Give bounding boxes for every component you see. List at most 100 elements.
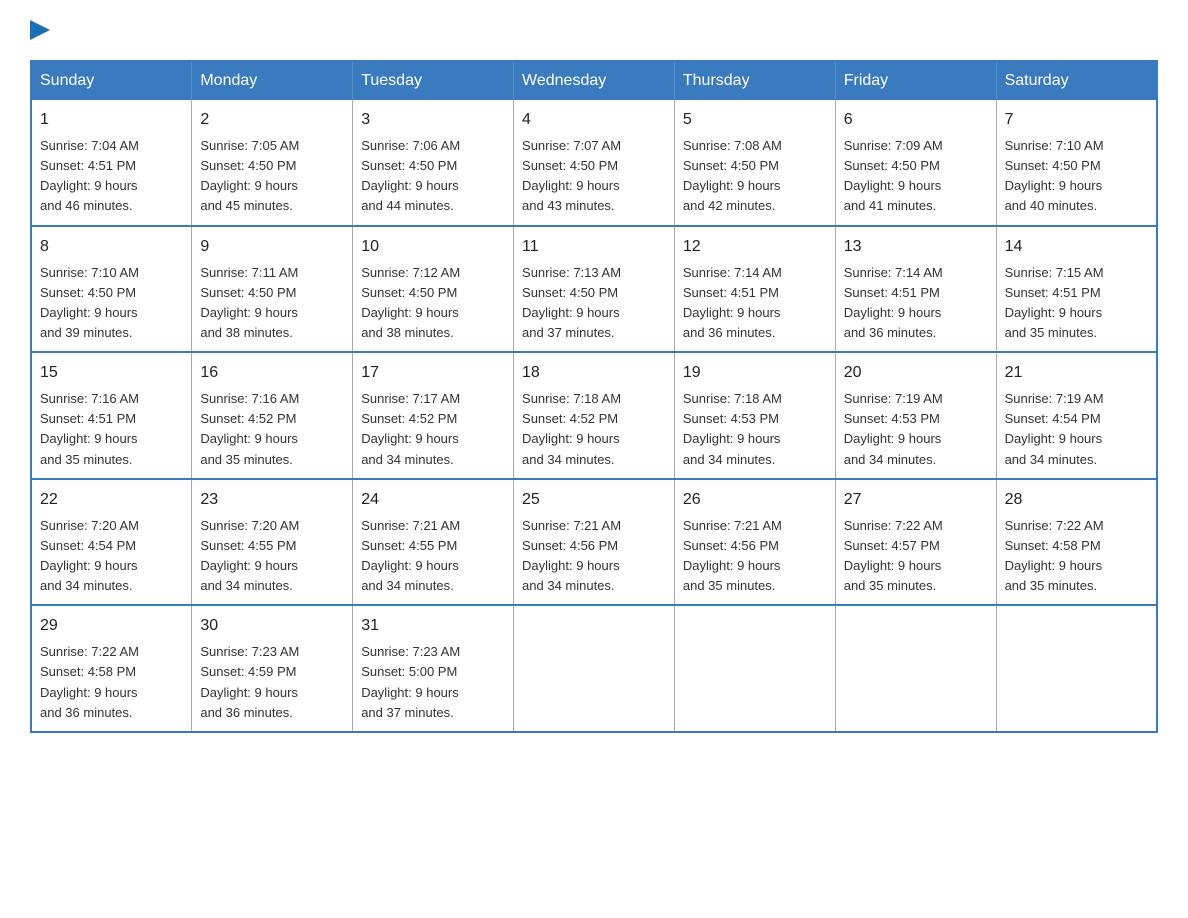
calendar-cell: 24 Sunrise: 7:21 AMSunset: 4:55 PMDayligh… xyxy=(353,479,514,606)
day-number: 14 xyxy=(1005,235,1148,259)
day-number: 10 xyxy=(361,235,505,259)
calendar-cell: 5Sunrise: 7:08 AMSunset: 4:50 PMDaylight… xyxy=(674,100,835,226)
day-info: Sunrise: 7:19 AMSunset: 4:54 PMDaylight:… xyxy=(1005,391,1104,466)
day-number: 20 xyxy=(844,361,988,385)
calendar-cell: 13 Sunrise: 7:14 AMSunset: 4:51 PMDayligh… xyxy=(835,226,996,353)
day-info: Sunrise: 7:17 AMSunset: 4:52 PMDaylight:… xyxy=(361,391,460,466)
day-info: Sunrise: 7:11 AMSunset: 4:50 PMDaylight:… xyxy=(200,265,298,340)
day-info: Sunrise: 7:23 AMSunset: 5:00 PMDaylight:… xyxy=(361,644,460,719)
day-info: Sunrise: 7:14 AMSunset: 4:51 PMDaylight:… xyxy=(844,265,943,340)
day-info: Sunrise: 7:22 AMSunset: 4:58 PMDaylight:… xyxy=(40,644,139,719)
calendar-cell: 23 Sunrise: 7:20 AMSunset: 4:55 PMDayligh… xyxy=(192,479,353,606)
calendar-body: 1 Sunrise: 7:04 AMSunset: 4:51 PMDaylight… xyxy=(31,100,1157,732)
day-number: 13 xyxy=(844,235,988,259)
day-number: 12 xyxy=(683,235,827,259)
calendar-header-tuesday: Tuesday xyxy=(353,61,514,100)
day-info: Sunrise: 7:20 AMSunset: 4:54 PMDaylight:… xyxy=(40,518,139,593)
day-number: 30 xyxy=(200,614,344,638)
day-info: Sunrise: 7:19 AMSunset: 4:53 PMDaylight:… xyxy=(844,391,943,466)
calendar-header-saturday: Saturday xyxy=(996,61,1157,100)
calendar-cell xyxy=(996,605,1157,732)
day-info: Sunrise: 7:20 AMSunset: 4:55 PMDaylight:… xyxy=(200,518,299,593)
day-number: 22 xyxy=(40,488,183,512)
day-info: Sunrise: 7:10 AMSunset: 4:50 PMDaylight:… xyxy=(1005,138,1104,213)
calendar-week-row: 15Sunrise: 7:16 AMSunset: 4:51 PMDayligh… xyxy=(31,352,1157,479)
calendar-cell: 27Sunrise: 7:22 AMSunset: 4:57 PMDayligh… xyxy=(835,479,996,606)
day-number: 6 xyxy=(844,108,988,132)
calendar-cell: 2 Sunrise: 7:05 AMSunset: 4:50 PMDaylight… xyxy=(192,100,353,226)
day-number: 16 xyxy=(200,361,344,385)
day-info: Sunrise: 7:04 AMSunset: 4:51 PMDaylight:… xyxy=(40,138,139,213)
day-number: 31 xyxy=(361,614,505,638)
calendar-cell: 6 Sunrise: 7:09 AMSunset: 4:50 PMDaylight… xyxy=(835,100,996,226)
calendar-cell xyxy=(835,605,996,732)
calendar-cell: 26 Sunrise: 7:21 AMSunset: 4:56 PMDayligh… xyxy=(674,479,835,606)
day-number: 7 xyxy=(1005,108,1148,132)
day-number: 2 xyxy=(200,108,344,132)
day-number: 29 xyxy=(40,614,183,638)
day-info: Sunrise: 7:22 AMSunset: 4:57 PMDaylight:… xyxy=(844,518,943,593)
day-info: Sunrise: 7:12 AMSunset: 4:50 PMDaylight:… xyxy=(361,265,460,340)
day-number: 4 xyxy=(522,108,666,132)
calendar-cell: 28Sunrise: 7:22 AMSunset: 4:58 PMDayligh… xyxy=(996,479,1157,606)
day-number: 24 xyxy=(361,488,505,512)
day-number: 23 xyxy=(200,488,344,512)
calendar-cell xyxy=(674,605,835,732)
calendar-cell: 21Sunrise: 7:19 AMSunset: 4:54 PMDayligh… xyxy=(996,352,1157,479)
calendar-cell: 8 Sunrise: 7:10 AMSunset: 4:50 PMDaylight… xyxy=(31,226,192,353)
page-header xyxy=(30,20,1158,40)
calendar-week-row: 1 Sunrise: 7:04 AMSunset: 4:51 PMDaylight… xyxy=(31,100,1157,226)
calendar-cell: 3 Sunrise: 7:06 AMSunset: 4:50 PMDaylight… xyxy=(353,100,514,226)
calendar-header-wednesday: Wednesday xyxy=(514,61,675,100)
day-number: 19 xyxy=(683,361,827,385)
calendar-cell: 20 Sunrise: 7:19 AMSunset: 4:53 PMDayligh… xyxy=(835,352,996,479)
calendar-cell: 18 Sunrise: 7:18 AMSunset: 4:52 PMDayligh… xyxy=(514,352,675,479)
day-info: Sunrise: 7:18 AMSunset: 4:52 PMDaylight:… xyxy=(522,391,621,466)
calendar-week-row: 22 Sunrise: 7:20 AMSunset: 4:54 PMDayligh… xyxy=(31,479,1157,606)
calendar-header-row: SundayMondayTuesdayWednesdayThursdayFrid… xyxy=(31,61,1157,100)
day-number: 28 xyxy=(1005,488,1148,512)
calendar-header-friday: Friday xyxy=(835,61,996,100)
day-number: 26 xyxy=(683,488,827,512)
day-info: Sunrise: 7:21 AMSunset: 4:56 PMDaylight:… xyxy=(683,518,782,593)
day-info: Sunrise: 7:08 AMSunset: 4:50 PMDaylight:… xyxy=(683,138,782,213)
calendar-table: SundayMondayTuesdayWednesdayThursdayFrid… xyxy=(30,60,1158,733)
calendar-cell: 22 Sunrise: 7:20 AMSunset: 4:54 PMDayligh… xyxy=(31,479,192,606)
day-info: Sunrise: 7:21 AMSunset: 4:56 PMDaylight:… xyxy=(522,518,621,593)
calendar-header-sunday: Sunday xyxy=(31,61,192,100)
calendar-cell: 10 Sunrise: 7:12 AMSunset: 4:50 PMDayligh… xyxy=(353,226,514,353)
day-number: 3 xyxy=(361,108,505,132)
calendar-cell: 30Sunrise: 7:23 AMSunset: 4:59 PMDayligh… xyxy=(192,605,353,732)
day-info: Sunrise: 7:07 AMSunset: 4:50 PMDaylight:… xyxy=(522,138,621,213)
day-info: Sunrise: 7:06 AMSunset: 4:50 PMDaylight:… xyxy=(361,138,460,213)
day-info: Sunrise: 7:09 AMSunset: 4:50 PMDaylight:… xyxy=(844,138,943,213)
calendar-week-row: 8 Sunrise: 7:10 AMSunset: 4:50 PMDaylight… xyxy=(31,226,1157,353)
calendar-header-monday: Monday xyxy=(192,61,353,100)
day-info: Sunrise: 7:16 AMSunset: 4:52 PMDaylight:… xyxy=(200,391,299,466)
calendar-cell: 16 Sunrise: 7:16 AMSunset: 4:52 PMDayligh… xyxy=(192,352,353,479)
day-info: Sunrise: 7:10 AMSunset: 4:50 PMDaylight:… xyxy=(40,265,139,340)
day-number: 25 xyxy=(522,488,666,512)
calendar-cell: 1 Sunrise: 7:04 AMSunset: 4:51 PMDaylight… xyxy=(31,100,192,226)
calendar-cell: 15Sunrise: 7:16 AMSunset: 4:51 PMDayligh… xyxy=(31,352,192,479)
day-number: 8 xyxy=(40,235,183,259)
day-number: 17 xyxy=(361,361,505,385)
day-info: Sunrise: 7:21 AMSunset: 4:55 PMDaylight:… xyxy=(361,518,460,593)
day-number: 9 xyxy=(200,235,344,259)
day-info: Sunrise: 7:05 AMSunset: 4:50 PMDaylight:… xyxy=(200,138,299,213)
calendar-cell: 4 Sunrise: 7:07 AMSunset: 4:50 PMDaylight… xyxy=(514,100,675,226)
calendar-cell: 29 Sunrise: 7:22 AMSunset: 4:58 PMDayligh… xyxy=(31,605,192,732)
calendar-header-thursday: Thursday xyxy=(674,61,835,100)
calendar-cell: 19Sunrise: 7:18 AMSunset: 4:53 PMDayligh… xyxy=(674,352,835,479)
calendar-cell: 31 Sunrise: 7:23 AMSunset: 5:00 PMDayligh… xyxy=(353,605,514,732)
day-info: Sunrise: 7:15 AMSunset: 4:51 PMDaylight:… xyxy=(1005,265,1104,340)
day-info: Sunrise: 7:14 AMSunset: 4:51 PMDaylight:… xyxy=(683,265,782,340)
day-info: Sunrise: 7:16 AMSunset: 4:51 PMDaylight:… xyxy=(40,391,139,466)
day-number: 1 xyxy=(40,108,183,132)
day-number: 18 xyxy=(522,361,666,385)
calendar-cell: 7 Sunrise: 7:10 AMSunset: 4:50 PMDaylight… xyxy=(996,100,1157,226)
calendar-cell: 14 Sunrise: 7:15 AMSunset: 4:51 PMDayligh… xyxy=(996,226,1157,353)
calendar-week-row: 29 Sunrise: 7:22 AMSunset: 4:58 PMDayligh… xyxy=(31,605,1157,732)
calendar-cell xyxy=(514,605,675,732)
calendar-cell: 25 Sunrise: 7:21 AMSunset: 4:56 PMDayligh… xyxy=(514,479,675,606)
